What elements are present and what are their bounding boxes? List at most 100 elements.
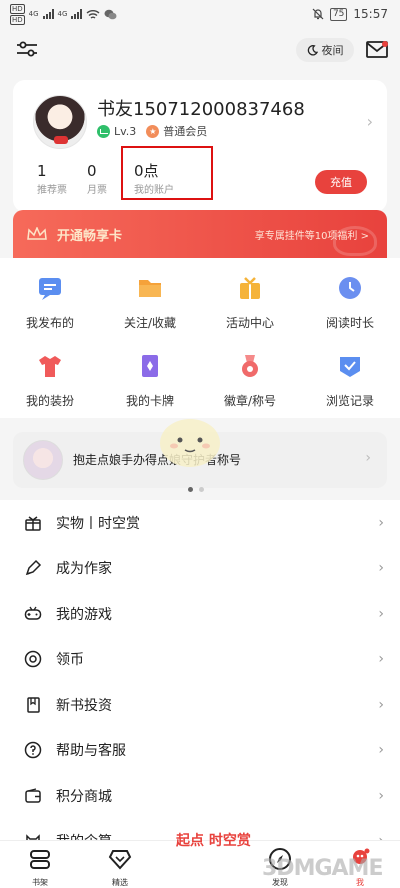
star-icon: ★	[146, 124, 160, 138]
menu-list: 实物丨时空赏 › 成为作家 › 我的游戏 › 领币 › 新书投资 › 帮助与客服…	[0, 500, 400, 840]
book-icon	[27, 697, 40, 713]
status-bar: HD HD 4G 4G 75 15:57	[0, 0, 400, 28]
stat-label: 推荐票	[37, 185, 67, 196]
gift-icon	[240, 277, 260, 299]
username: 书友150712000837468	[97, 99, 305, 120]
grid-item-my-posts[interactable]: 我发布的	[0, 258, 100, 336]
level-badge[interactable]: Lv.3	[97, 124, 137, 138]
membership-label: 普通会员	[163, 125, 208, 138]
cat-icon	[26, 834, 40, 840]
nav-bookshelf[interactable]: 书架	[10, 847, 70, 888]
network-label: 4G	[28, 10, 39, 18]
card-icon	[142, 355, 158, 377]
stat-label: 我的账户	[134, 185, 174, 196]
folder-icon	[139, 280, 161, 297]
avatar[interactable]	[33, 95, 87, 149]
vip-banner[interactable]: 开通畅享卡 享专属挂件等10项福利 >	[13, 210, 387, 258]
chevron-right-icon: ›	[378, 560, 384, 577]
top-bar: 夜间	[0, 28, 400, 70]
stats-row: 1 推荐票 0 月票 0点 我的账户	[37, 146, 213, 200]
network-label-2: 4G	[57, 10, 68, 18]
settings-sliders-icon[interactable]	[16, 40, 38, 58]
menu-label: 成为作家	[56, 561, 112, 578]
menu-label: 我的游戏	[56, 606, 112, 623]
sim-1-label: HD	[10, 3, 25, 14]
gift-outline-icon	[25, 516, 41, 531]
wifi-icon	[86, 9, 100, 19]
stat-value: 1	[37, 162, 47, 180]
clock: 15:57	[353, 7, 388, 21]
grid-label: 浏览记录	[325, 394, 374, 408]
battery-level: 75	[329, 7, 348, 21]
vip-watermark-icon	[333, 226, 377, 256]
grid-label: 活动中心	[225, 316, 274, 330]
bookshelf-icon	[30, 850, 50, 869]
grid-item-outfit[interactable]: 我的装扮	[0, 336, 100, 414]
stat-my-account[interactable]: 0点 我的账户	[121, 146, 213, 200]
mute-icon	[312, 8, 324, 20]
moon-icon	[307, 44, 318, 56]
pen-icon	[25, 560, 42, 576]
diamond-icon	[108, 850, 132, 870]
chevron-right-icon: ›	[365, 450, 371, 466]
menu-item-points-mall[interactable]: 积分商城 ›	[0, 773, 400, 819]
chevron-right-icon: ›	[378, 833, 384, 840]
level-label: Lv.3	[114, 124, 137, 138]
menu-label: 积分商城	[56, 788, 112, 805]
dot-inactive	[199, 487, 204, 492]
menu-item-new-book-invest[interactable]: 新书投资 ›	[0, 682, 400, 728]
status-left: HD HD 4G 4G	[10, 3, 117, 25]
grid-label: 我发布的	[25, 316, 74, 330]
menu-label: 我的企算	[56, 831, 112, 840]
sim-indicators: HD HD	[10, 3, 25, 25]
grid-item-follow[interactable]: 关注/收藏	[100, 258, 200, 336]
menu-label: 新书投资	[56, 697, 112, 714]
signal-2-icon	[71, 9, 83, 19]
menu-item-physical-rewards[interactable]: 实物丨时空赏 ›	[0, 500, 400, 546]
chevron-right-icon: ›	[378, 514, 384, 531]
menu-item-claim-coins[interactable]: 领币 ›	[0, 637, 400, 683]
chevron-right-icon: ›	[378, 787, 384, 804]
nav-label: 书架	[32, 878, 48, 887]
menu-label: 领币	[56, 652, 84, 669]
carousel-dots	[188, 487, 204, 492]
help-icon	[24, 742, 42, 759]
status-right: 75 15:57	[312, 7, 388, 21]
night-mode-button[interactable]: 夜间	[296, 38, 354, 62]
stat-value: 0点	[134, 162, 159, 180]
grid-item-reading-time[interactable]: 阅读时长	[300, 258, 400, 336]
grid-label: 我的装扮	[25, 394, 74, 408]
chevron-right-icon: ›	[378, 651, 384, 668]
signal-1-icon	[42, 9, 54, 19]
profile-card[interactable]: 书友150712000837468 Lv.3 ★ 普通会员 › 1 推荐票 0 …	[13, 80, 387, 212]
brand-watermark: 起点 时空赏	[176, 833, 251, 849]
grid-label: 关注/收藏	[123, 316, 177, 330]
menu-item-become-writer[interactable]: 成为作家 ›	[0, 546, 400, 592]
grid-item-activity[interactable]: 活动中心	[200, 258, 300, 336]
wallet-icon	[25, 788, 41, 803]
feature-grid: 我发布的 关注/收藏 活动中心 阅读时长 我的装扮 我的卡牌 徽章/称号 浏览记…	[0, 258, 400, 418]
vip-title: 开通畅享卡	[57, 228, 123, 244]
nav-label: 精选	[112, 878, 128, 887]
mascot-icon	[160, 419, 220, 467]
chevron-right-icon: ›	[378, 742, 384, 759]
mail-icon[interactable]	[366, 41, 388, 58]
site-watermark: 3DMGAME	[262, 856, 383, 881]
shirt-icon	[39, 356, 61, 377]
dot-active	[188, 487, 193, 492]
menu-item-help[interactable]: 帮助与客服 ›	[0, 728, 400, 774]
menu-label: 帮助与客服	[56, 743, 126, 760]
chevron-right-icon: ›	[378, 696, 384, 713]
promo-avatar	[23, 440, 63, 480]
membership-badge[interactable]: ★ 普通会员	[146, 123, 207, 139]
menu-item-my-games[interactable]: 我的游戏 ›	[0, 591, 400, 637]
coin-icon	[24, 651, 42, 668]
grid-item-history[interactable]: 浏览记录	[300, 336, 400, 414]
recharge-button[interactable]: 充值	[315, 170, 367, 194]
profile-badges: Lv.3 ★ 普通会员	[97, 123, 207, 139]
history-icon	[340, 357, 360, 377]
nav-featured[interactable]: 精选	[90, 847, 150, 888]
level-icon	[97, 124, 110, 138]
stat-recommend-tickets[interactable]: 1 推荐票	[37, 162, 87, 196]
clock-icon	[339, 277, 361, 299]
